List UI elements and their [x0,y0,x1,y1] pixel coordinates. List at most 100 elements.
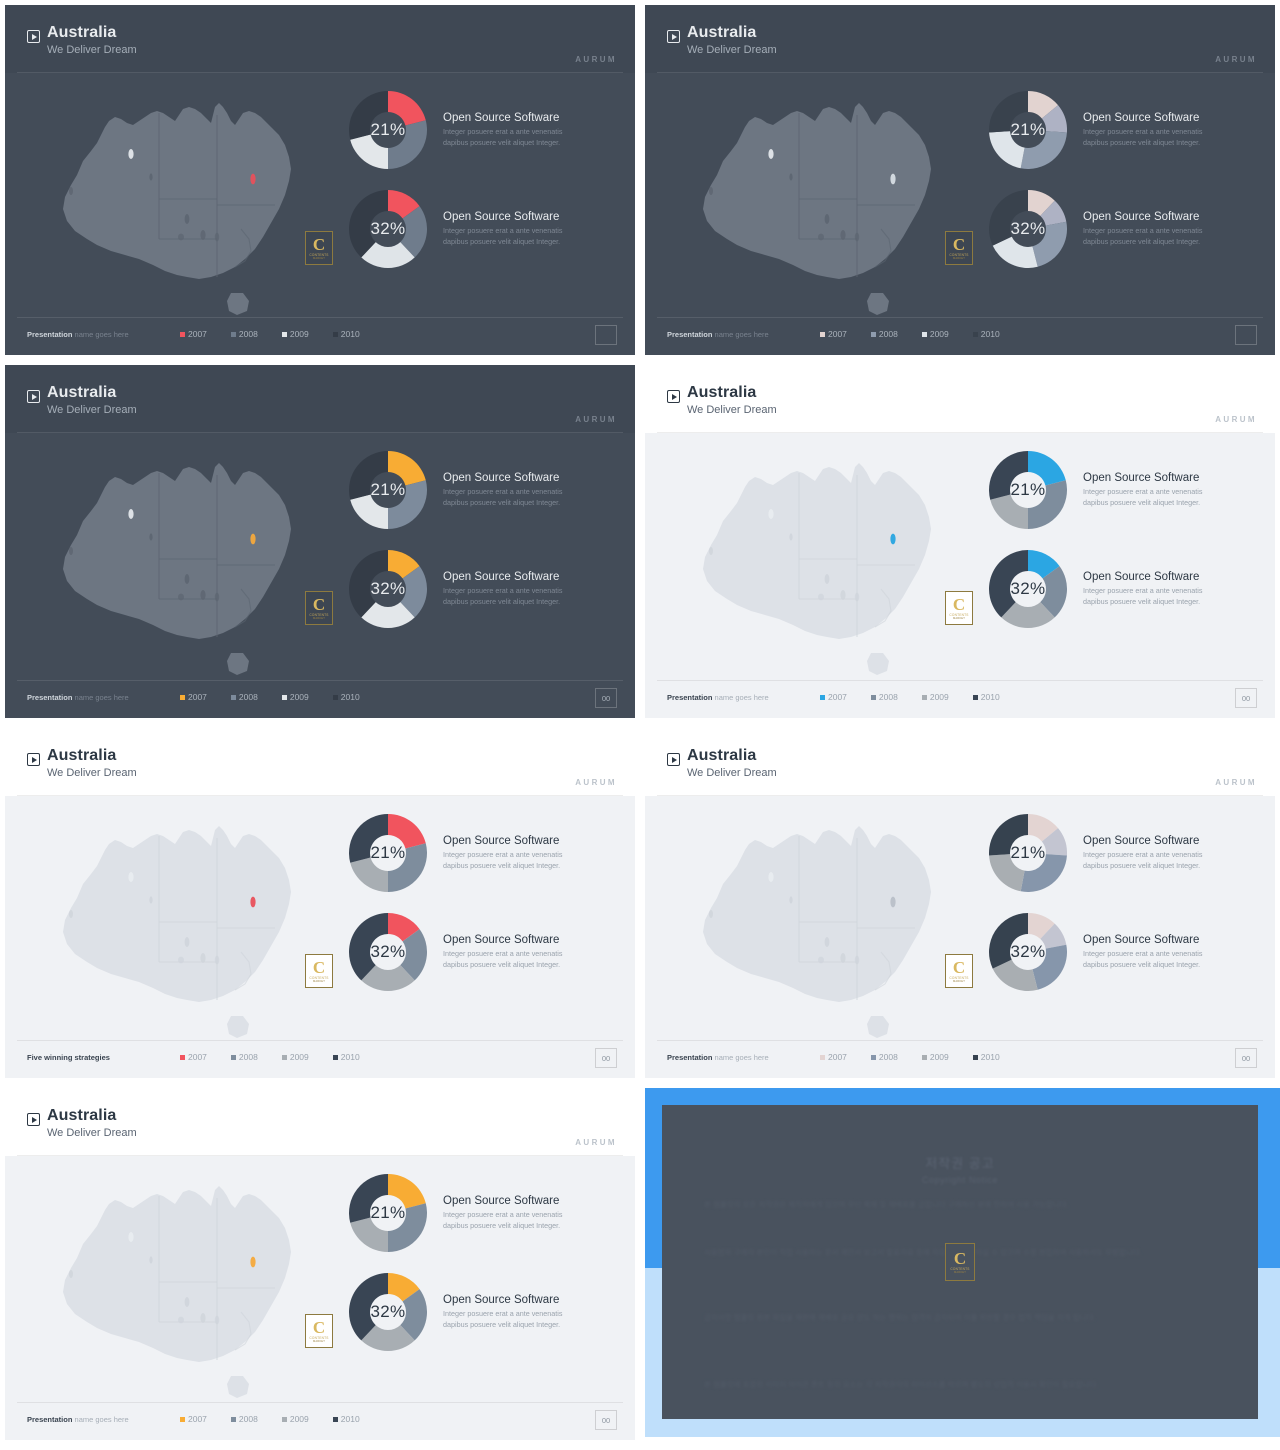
slide-deck-grid: Australia We Deliver Dream AURUM C CONTE… [0,0,1280,1450]
legend-year-label: 2008 [238,329,258,339]
donut-chart[interactable]: 21% [349,1174,427,1252]
australia-map[interactable] [35,79,325,324]
charts-column: 21% Open Source Software Integer posuere… [989,77,1269,317]
brand-logo-badge[interactable]: C CONTENTS MARKET [305,954,333,988]
brand-logo-badge[interactable]: C CONTENTS MARKET [305,1314,333,1348]
brand-logo-badge[interactable]: C CONTENTS MARKET [945,591,973,625]
legend-item[interactable]: 2007 [180,329,207,339]
donut-chart[interactable]: 32% [349,550,427,628]
page-number-box[interactable] [1235,325,1257,345]
donut-chart[interactable]: 32% [989,190,1067,268]
legend-swatch [921,331,927,337]
legend-item[interactable]: 2008 [230,692,258,702]
footer-text-bold: Presentation [667,693,713,702]
legend-item[interactable]: 2009 [281,692,309,702]
brand-label: AURUM [575,1138,617,1147]
legend-item[interactable]: 2009 [921,1052,949,1062]
slide-header: Australia We Deliver Dream AURUM [645,5,1275,73]
page-number-box[interactable]: 00 [595,1410,617,1430]
legend-year-label: 2007 [828,1052,847,1062]
donut-chart[interactable]: 32% [989,913,1067,991]
australia-map[interactable] [35,1162,325,1407]
chart-title: Open Source Software [1083,112,1200,125]
legend-item[interactable]: 2008 [230,1414,258,1424]
legend-item[interactable]: 2007 [820,692,847,702]
play-icon[interactable] [27,30,40,43]
australia-map[interactable] [675,439,965,684]
legend-item[interactable]: 2007 [180,1414,207,1424]
chart-title: Open Source Software [443,112,560,125]
page-number-box[interactable]: 00 [1235,688,1257,708]
donut-chart[interactable]: 21% [349,91,427,169]
copyright-card: 저작권 공고 Copyright Notice 본 템플릿의 모든 저작권은 제… [662,1105,1258,1419]
donut-chart[interactable]: 32% [989,550,1067,628]
slide-footer: Presentation name goes here 2007 2008 20… [5,680,635,718]
legend-item[interactable]: 2007 [820,329,847,339]
chart-text-block: Open Source Software Integer posuere era… [1083,835,1218,871]
legend-swatch [281,331,287,337]
donut-chart[interactable]: 21% [989,91,1067,169]
australia-map[interactable] [675,79,965,324]
donut-chart[interactable]: 21% [349,451,427,529]
page-number-box[interactable] [595,325,617,345]
slide-footer: Presentation name goes here 2007 2008 20… [645,317,1275,355]
logo-line-2: MARKET [952,979,965,983]
legend-item[interactable]: 2007 [820,1052,847,1062]
brand-logo-badge[interactable]: C CONTENTS MARKET [305,231,333,265]
donut-chart[interactable]: 32% [349,913,427,991]
legend-item[interactable]: 2009 [281,1052,309,1062]
legend-item[interactable]: 2008 [230,329,258,339]
play-icon[interactable] [667,753,680,766]
donut-chart[interactable]: 21% [989,451,1067,529]
page-number-box[interactable]: 00 [595,1048,617,1068]
play-icon[interactable] [27,390,40,403]
legend-item[interactable]: 2008 [230,1052,258,1062]
brand-logo-badge[interactable]: C CONTENTS MARKET [945,1243,975,1281]
legend-item[interactable]: 2010 [332,1414,360,1424]
donut-chart[interactable]: 21% [349,814,427,892]
legend-item[interactable]: 2010 [332,692,360,702]
slide-panel-5: Australia We Deliver Dream AURUM C CONTE… [5,728,635,1078]
page-subtitle: We Deliver Dream [687,404,777,416]
donut-chart[interactable]: 32% [349,1273,427,1351]
play-icon[interactable] [667,390,680,403]
slide-body: C CONTENTS MARKET 21% Open Source Softwa… [5,796,635,1040]
legend-item[interactable]: 2010 [972,329,1000,339]
copyright-title: 저작권 공고 [925,1156,995,1171]
page-subtitle: We Deliver Dream [47,404,137,416]
legend-item[interactable]: 2007 [180,1052,207,1062]
legend-item[interactable]: 2008 [870,692,898,702]
legend-year-label: 2007 [188,1052,207,1062]
legend-year-label: 2008 [238,692,258,702]
brand-logo-badge[interactable]: C CONTENTS MARKET [305,591,333,625]
legend-item[interactable]: 2007 [180,692,207,702]
footer-text-bold: Presentation [27,1415,73,1424]
australia-map[interactable] [35,802,325,1047]
legend-item[interactable]: 2008 [870,1052,898,1062]
legend-item[interactable]: 2009 [281,1414,309,1424]
play-icon[interactable] [667,30,680,43]
brand-logo-badge[interactable]: C CONTENTS MARKET [945,231,973,265]
legend-item[interactable]: 2009 [921,692,949,702]
australia-map[interactable] [675,802,965,1047]
logo-letter: C [312,957,326,977]
legend-item[interactable]: 2010 [972,1052,1000,1062]
legend-swatch [180,1054,185,1060]
legend-item[interactable]: 2009 [921,329,949,339]
legend-item[interactable]: 2010 [972,692,1000,702]
legend-item[interactable]: 2008 [870,329,898,339]
legend-year-label: 2007 [188,1414,207,1424]
page-number-box[interactable]: 00 [595,688,617,708]
brand-logo-badge[interactable]: C CONTENTS MARKET [945,954,973,988]
play-icon[interactable] [27,1113,40,1126]
legend-year-label: 2007 [188,692,207,702]
legend-item[interactable]: 2010 [332,329,360,339]
legend-item[interactable]: 2009 [281,329,309,339]
slide-cell-2: Australia We Deliver Dream AURUM C CONTE… [640,0,1280,360]
play-icon[interactable] [27,753,40,766]
legend-item[interactable]: 2010 [332,1052,360,1062]
donut-chart[interactable]: 32% [349,190,427,268]
australia-map[interactable] [35,439,325,684]
donut-chart[interactable]: 21% [989,814,1067,892]
page-number-box[interactable]: 00 [1235,1048,1257,1068]
